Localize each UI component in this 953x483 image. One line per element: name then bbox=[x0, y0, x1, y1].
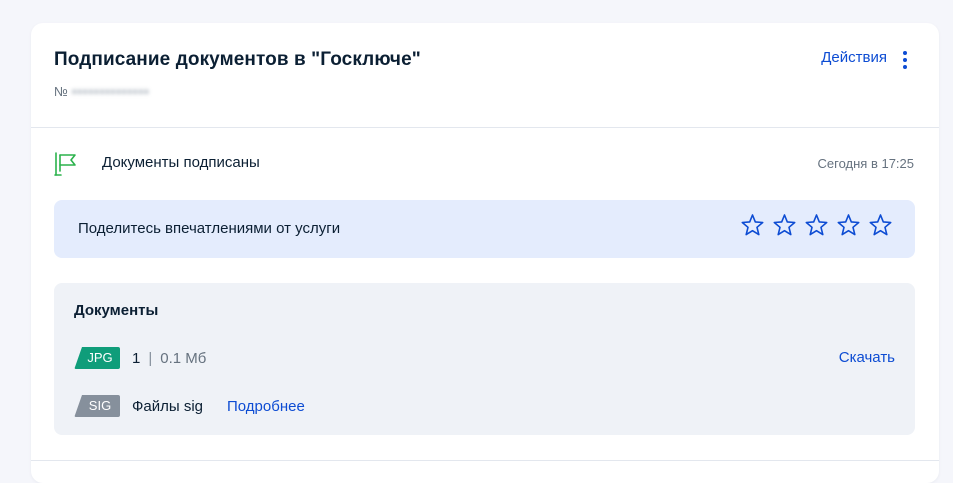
star-icon[interactable] bbox=[772, 213, 797, 238]
file-row-jpg: JPG 1 | 0.1 Мб Скачать bbox=[74, 346, 895, 370]
kebab-dot bbox=[903, 65, 907, 69]
documents-title: Документы bbox=[74, 302, 159, 319]
rating-stars bbox=[740, 213, 893, 238]
star-icon[interactable] bbox=[868, 213, 893, 238]
card-header: Подписание документов в "Госключе" № •••… bbox=[31, 23, 939, 128]
status-text: Документы подписаны bbox=[102, 154, 260, 171]
file-type-badge-sig: SIG bbox=[74, 395, 120, 417]
star-icon[interactable] bbox=[740, 213, 765, 238]
file-name: Файлы sig bbox=[132, 397, 204, 415]
page-title: Подписание документов в "Госключе" bbox=[54, 49, 421, 70]
details-link[interactable]: Подробнее bbox=[227, 398, 305, 415]
star-icon[interactable] bbox=[804, 213, 829, 238]
file-size: 0.1 Мб bbox=[160, 349, 207, 367]
feedback-banner: Поделитесь впечатлениями от услуги bbox=[54, 200, 915, 258]
file-row-sig: SIG Файлы sig Подробнее bbox=[74, 394, 895, 418]
file-separator: | bbox=[148, 349, 153, 367]
kebab-dot bbox=[903, 51, 907, 55]
status-row: Документы подписаны Сегодня в 17:25 bbox=[31, 129, 939, 199]
file-count: 1 bbox=[132, 349, 141, 367]
star-icon[interactable] bbox=[836, 213, 861, 238]
file-type-badge-jpg: JPG bbox=[74, 347, 120, 369]
status-timestamp: Сегодня в 17:25 bbox=[817, 156, 914, 171]
order-number-masked: •••••••••••••• bbox=[71, 84, 150, 99]
badge-label: JPG bbox=[87, 350, 113, 365]
download-link[interactable]: Скачать bbox=[839, 349, 895, 366]
flag-icon bbox=[54, 152, 76, 176]
order-number-row: № •••••••••••••• bbox=[54, 84, 150, 99]
kebab-dot bbox=[903, 58, 907, 62]
documents-section: Документы JPG 1 | 0.1 Мб Скачать SIG Фай… bbox=[54, 283, 915, 435]
order-prefix: № bbox=[54, 84, 68, 99]
actions-link[interactable]: Действия bbox=[821, 49, 887, 66]
feedback-prompt: Поделитесь впечатлениями от услуги bbox=[78, 220, 341, 237]
kebab-menu-icon[interactable] bbox=[901, 50, 909, 70]
service-card: Подписание документов в "Госключе" № •••… bbox=[31, 23, 939, 483]
badge-label: SIG bbox=[88, 398, 112, 413]
divider bbox=[31, 460, 939, 461]
